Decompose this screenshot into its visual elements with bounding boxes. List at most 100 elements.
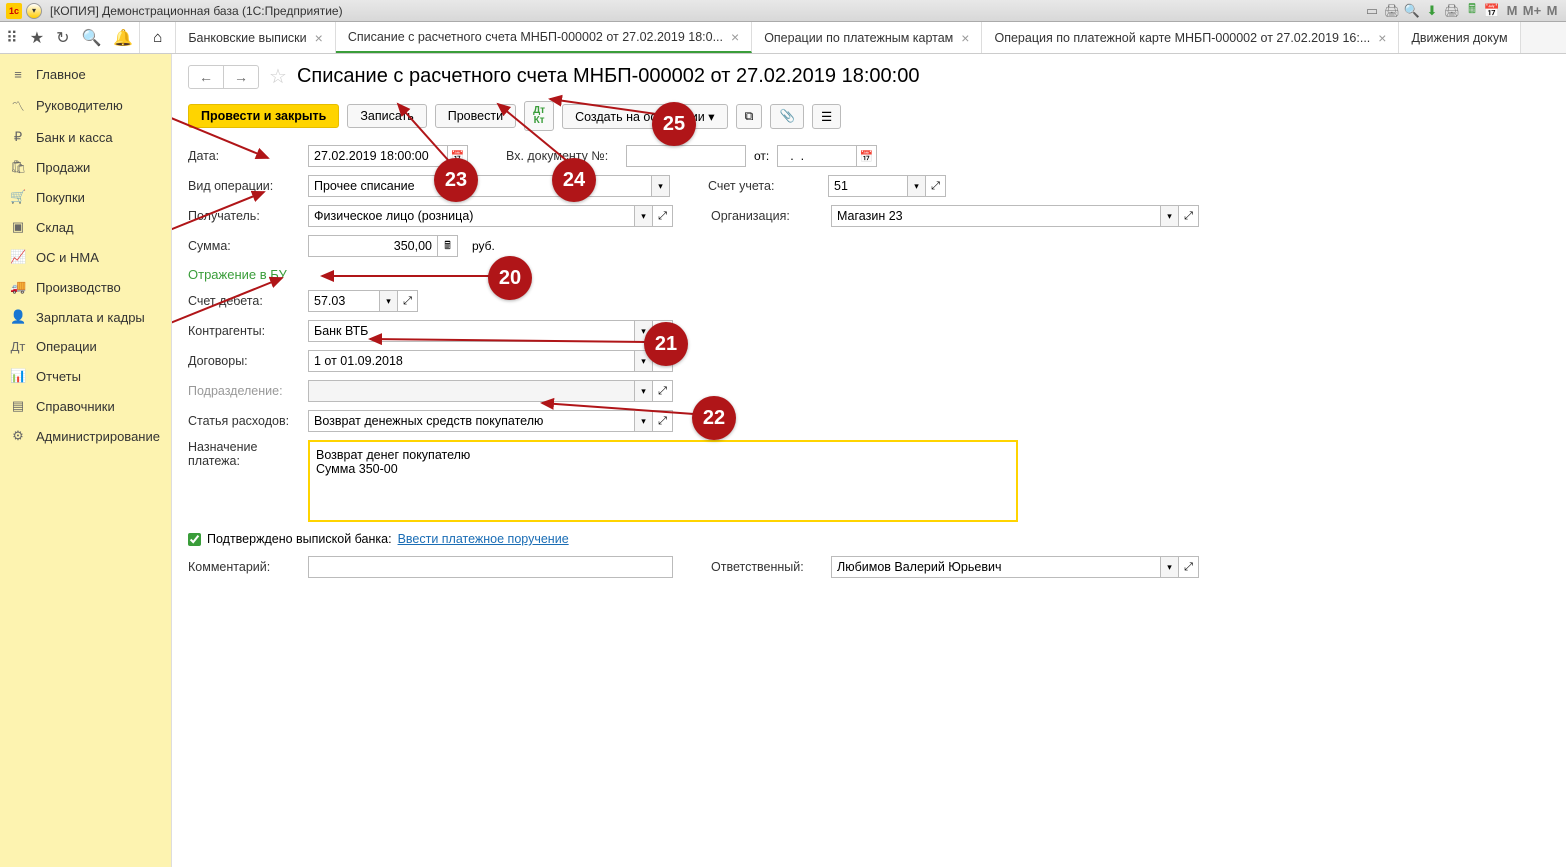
date-label: Дата: [188,149,300,163]
expense-label: Статья расходов: [188,414,300,428]
close-icon[interactable]: × [1378,30,1386,46]
tab[interactable]: Движения докум [1399,22,1520,53]
contr-input[interactable] [308,320,635,342]
sidebar-item[interactable]: ДтОперации [0,332,171,361]
sidebar-icon: ₽ [10,129,26,145]
attach-icon[interactable]: 📎 [770,104,804,129]
purpose-textarea[interactable] [308,440,1018,522]
from-date-input[interactable] [777,145,857,167]
tab[interactable]: Операция по платежной карте МНБП-000002 … [982,22,1399,53]
sidebar-item[interactable]: ⚙Администрирование [0,421,171,451]
tab[interactable]: Операции по платежным картам× [752,22,982,53]
sidebar-item[interactable]: 🚚Производство [0,272,171,302]
sidebar-item[interactable]: 📊Отчеты [0,361,171,391]
nav-back[interactable]: ← [189,66,224,88]
from-date-picker-icon[interactable]: 📅 [857,145,877,167]
sidebar-item-label: Операции [36,339,97,354]
tab[interactable]: Списание с расчетного счета МНБП-000002 … [336,22,752,53]
close-icon[interactable]: × [731,29,739,45]
accountcalc-dropdown[interactable]: ▾ [908,175,926,197]
calc-icon[interactable]: 🖩 [1464,3,1480,19]
app-menu-dropdown[interactable]: ▾ [26,3,42,19]
sidebar-item[interactable]: 〽Руководителю [0,89,171,122]
expense-open-icon[interactable]: ⤢ [653,410,673,432]
sum-calc-icon[interactable]: 🖩 [438,235,458,257]
close-icon[interactable]: × [315,30,323,46]
list-icon[interactable]: ☰ [812,104,841,129]
printer-icon[interactable]: 🖨 [1444,3,1460,19]
tab-bar: Банковские выписки×Списание с расчетного… [176,22,1566,53]
comment-input[interactable] [308,556,673,578]
debit-input[interactable] [308,290,380,312]
calendar-icon[interactable]: 📅 [1484,3,1500,19]
resp-input[interactable] [831,556,1161,578]
recipient-open-icon[interactable]: ⤢ [653,205,673,227]
dt-kt-button[interactable]: ДтКт [524,101,554,131]
incoming-num-input[interactable] [626,145,746,167]
date-input[interactable] [308,145,448,167]
debit-open-icon[interactable]: ⤢ [398,290,418,312]
resp-open-icon[interactable]: ⤢ [1179,556,1199,578]
nav-forward[interactable]: → [224,66,258,88]
titlebar-btn-1[interactable]: ▭ [1364,3,1380,19]
subdiv-input[interactable] [308,380,635,402]
org-input[interactable] [831,205,1161,227]
search-icon[interactable]: 🔍 [81,28,101,48]
subdiv-dropdown[interactable]: ▾ [635,380,653,402]
m-last-icon[interactable]: M [1544,3,1560,19]
apps-icon[interactable]: ⠿ [6,28,18,48]
subdiv-open-icon[interactable]: ⤢ [653,380,673,402]
home-button[interactable]: ⌂ [140,22,176,53]
recipient-label: Получатель: [188,209,300,223]
tab[interactable]: Банковские выписки× [176,22,336,53]
sidebar-item[interactable]: ≡Главное [0,60,171,89]
sidebar-item[interactable]: ▣Склад [0,212,171,242]
sidebar-item[interactable]: 📈 ОС и НМА [0,242,171,272]
optype-dropdown[interactable]: ▾ [652,175,670,197]
sidebar-item[interactable]: ₽Банк и касса [0,122,171,152]
expense-input[interactable] [308,410,635,432]
sidebar-item[interactable]: 🛒Покупки [0,182,171,212]
history-icon[interactable]: ↻ [56,28,69,48]
enter-payment-order-link[interactable]: Ввести платежное поручение [398,532,569,546]
accountcalc-open-icon[interactable]: ⤢ [926,175,946,197]
confirmed-checkbox[interactable] [188,533,201,546]
sidebar-item[interactable]: 👤Зарплата и кадры [0,302,171,332]
sidebar-item[interactable]: ▤Справочники [0,391,171,421]
recipient-dropdown[interactable]: ▾ [635,205,653,227]
sidebar-icon: 📈 [10,249,26,265]
sum-currency: руб. [472,239,495,253]
optype-input[interactable] [308,175,652,197]
sum-input[interactable] [308,235,438,257]
expense-dropdown[interactable]: ▾ [635,410,653,432]
print-icon[interactable]: 🖨 [1384,3,1400,19]
resp-dropdown[interactable]: ▾ [1161,556,1179,578]
favorite-star-icon[interactable]: ☆ [269,64,287,89]
debit-dropdown[interactable]: ▾ [380,290,398,312]
m-icon[interactable]: M [1504,3,1520,19]
create-based-on-button[interactable]: Создать на основании ▾ [562,104,727,129]
org-dropdown[interactable]: ▾ [1161,205,1179,227]
post-and-close-button[interactable]: Провести и закрыть [188,104,339,128]
save-button[interactable]: Записать [347,104,426,128]
download-icon[interactable]: ⬇ [1424,3,1440,19]
bell-icon[interactable]: 🔔 [113,28,133,48]
recipient-input[interactable] [308,205,635,227]
contract-input[interactable] [308,350,635,372]
sidebar-icon: 〽 [10,96,26,115]
accountcalc-input[interactable] [828,175,908,197]
window-title: [КОПИЯ] Демонстрационная база (1С:Предпр… [50,4,1364,18]
preview-icon[interactable]: 🔍 [1404,3,1420,19]
org-open-icon[interactable]: ⤢ [1179,205,1199,227]
subdiv-label: Подразделение: [188,384,300,398]
nav-arrows: ← → [188,65,259,89]
related-docs-icon[interactable]: ⧉ [736,104,763,129]
sidebar-item[interactable]: 🛍Продажи [0,152,171,182]
m-plus-icon[interactable]: M+ [1524,3,1540,19]
post-button[interactable]: Провести [435,104,516,128]
close-icon[interactable]: × [961,30,969,46]
page-title: Списание с расчетного счета МНБП-000002 … [297,65,920,88]
sidebar-item-label: ОС и НМА [36,250,99,265]
annotation-20: 20 [488,256,532,300]
star-icon[interactable]: ★ [30,28,44,48]
